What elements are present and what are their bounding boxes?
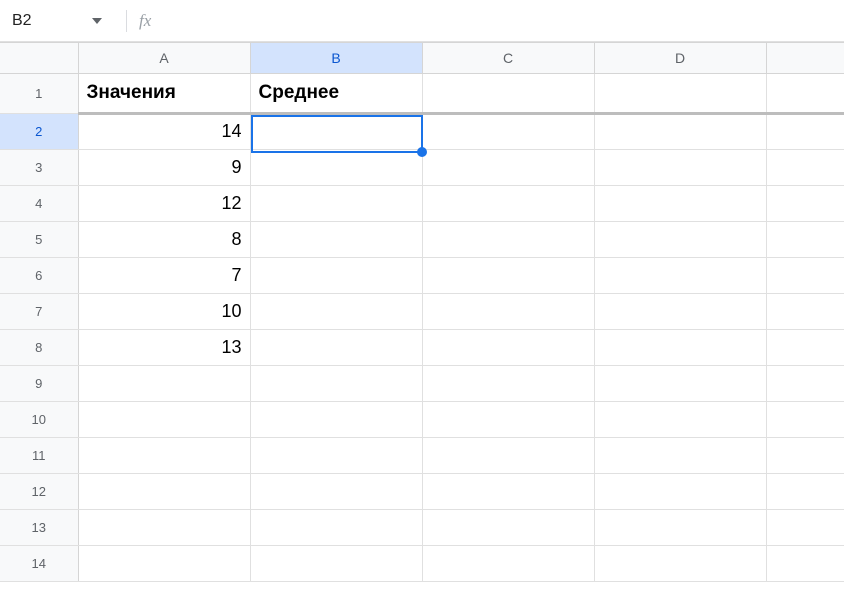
cell[interactable] [78,437,250,473]
row-header[interactable]: 1 [0,73,78,113]
row-header[interactable]: 3 [0,149,78,185]
divider [126,10,127,32]
cell[interactable] [766,293,844,329]
cell[interactable] [422,545,594,581]
cell[interactable] [78,473,250,509]
cell[interactable] [766,473,844,509]
cell[interactable] [250,221,422,257]
cell[interactable]: 8 [78,221,250,257]
name-box-cell-ref: B2 [12,12,84,30]
cell[interactable] [422,509,594,545]
cell[interactable] [250,509,422,545]
cell[interactable]: 9 [78,149,250,185]
row-header[interactable]: 7 [0,293,78,329]
cell[interactable] [594,509,766,545]
cell[interactable] [594,473,766,509]
row-header[interactable]: 13 [0,509,78,545]
cell[interactable] [250,545,422,581]
cell[interactable] [78,509,250,545]
cell[interactable] [766,509,844,545]
cell[interactable] [594,113,766,149]
cell[interactable] [594,149,766,185]
name-box[interactable]: B2 [0,0,114,41]
cell[interactable] [594,545,766,581]
row-header[interactable]: 14 [0,545,78,581]
cell[interactable] [594,257,766,293]
chevron-down-icon[interactable] [92,18,102,24]
cell[interactable] [766,73,844,113]
spreadsheet-grid[interactable]: ABCD1ЗначенияСреднее21439412586771081391… [0,42,844,582]
row-header[interactable]: 2 [0,113,78,149]
row-header[interactable]: 9 [0,365,78,401]
cell[interactable] [766,401,844,437]
cell[interactable] [766,329,844,365]
cell[interactable]: 7 [78,257,250,293]
row-header[interactable]: 12 [0,473,78,509]
cell[interactable] [422,329,594,365]
cell[interactable] [250,329,422,365]
cell[interactable] [250,365,422,401]
cell[interactable] [422,401,594,437]
cell[interactable] [78,401,250,437]
formula-bar: B2 fx [0,0,844,42]
cell[interactable]: 13 [78,329,250,365]
fx-icon[interactable]: fx [139,11,151,31]
cell[interactable] [78,545,250,581]
cell[interactable] [422,149,594,185]
row-header[interactable]: 10 [0,401,78,437]
cell[interactable] [250,185,422,221]
cell[interactable] [594,293,766,329]
cell[interactable] [250,257,422,293]
cell[interactable] [766,365,844,401]
row-header[interactable]: 11 [0,437,78,473]
cell[interactable] [250,293,422,329]
row-header[interactable]: 5 [0,221,78,257]
cell[interactable] [766,545,844,581]
cell[interactable] [766,221,844,257]
cell[interactable]: Значения [78,73,250,113]
cell[interactable] [594,365,766,401]
cell[interactable] [766,257,844,293]
cell[interactable] [422,473,594,509]
column-header-C[interactable]: C [422,43,594,73]
column-header-A[interactable]: A [78,43,250,73]
cell[interactable]: 10 [78,293,250,329]
cell[interactable] [250,437,422,473]
select-all-corner[interactable] [0,43,78,73]
cell[interactable] [594,437,766,473]
cell[interactable] [78,365,250,401]
cell[interactable] [594,185,766,221]
cell[interactable] [422,257,594,293]
cell[interactable] [422,73,594,113]
cell[interactable] [766,149,844,185]
cell[interactable] [594,73,766,113]
row-header[interactable]: 4 [0,185,78,221]
cell[interactable] [250,149,422,185]
cell[interactable]: Среднее [250,73,422,113]
cell[interactable] [250,473,422,509]
cell[interactable] [594,221,766,257]
cell[interactable] [422,365,594,401]
cell[interactable] [766,185,844,221]
cell[interactable] [422,185,594,221]
cell[interactable] [422,437,594,473]
column-header-B[interactable]: B [250,43,422,73]
cell[interactable] [766,437,844,473]
cell[interactable] [250,113,422,149]
column-header-extra[interactable] [766,43,844,73]
cell[interactable] [250,401,422,437]
cell[interactable] [594,401,766,437]
cell[interactable] [422,221,594,257]
cell[interactable] [594,329,766,365]
column-header-D[interactable]: D [594,43,766,73]
cell[interactable] [422,293,594,329]
formula-input[interactable] [161,0,844,41]
cell[interactable]: 14 [78,113,250,149]
cell[interactable]: 12 [78,185,250,221]
row-header[interactable]: 6 [0,257,78,293]
row-header[interactable]: 8 [0,329,78,365]
cell[interactable] [422,113,594,149]
cell[interactable] [766,113,844,149]
